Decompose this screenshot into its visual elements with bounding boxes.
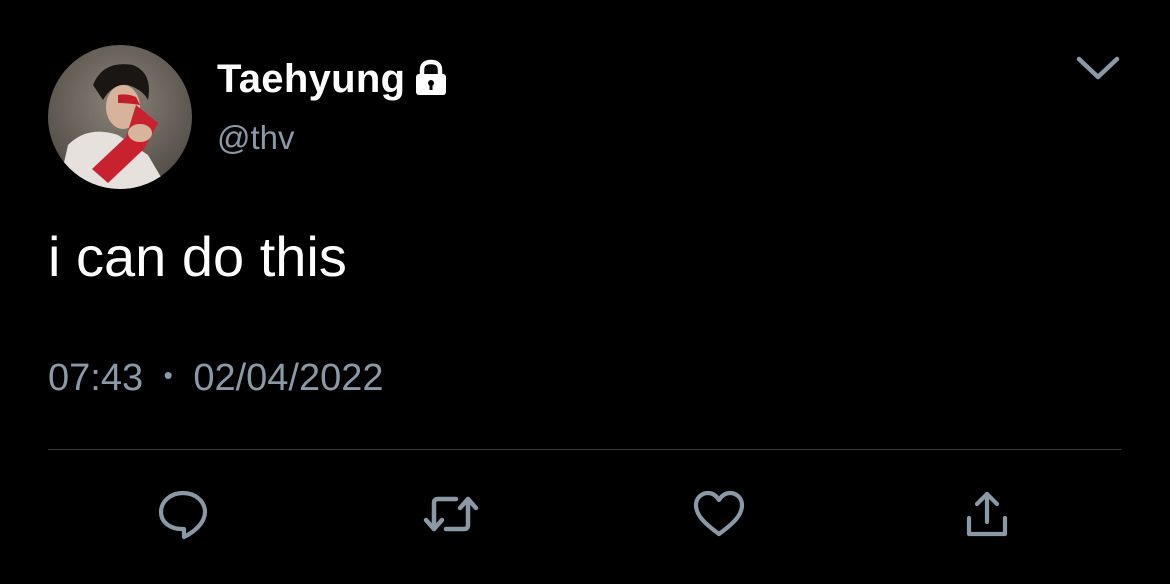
heart-icon: [692, 489, 746, 544]
more-options-button[interactable]: [1072, 50, 1124, 90]
display-name[interactable]: Taehyung: [217, 54, 405, 104]
retweet-icon: [422, 489, 480, 544]
reply-icon: [156, 487, 210, 546]
avatar[interactable]: [48, 45, 192, 189]
tweet-date[interactable]: 02/04/2022: [193, 357, 383, 399]
share-icon: [962, 488, 1012, 545]
divider: [48, 449, 1121, 450]
display-name-row: Taehyung: [217, 54, 449, 104]
tweet-time[interactable]: 07:43: [48, 357, 143, 399]
share-button[interactable]: [957, 488, 1017, 544]
reply-button[interactable]: [153, 488, 213, 544]
tweet-meta: 07:43 • 02/04/2022: [48, 352, 384, 401]
handle[interactable]: @thv: [217, 118, 295, 158]
like-button[interactable]: [689, 488, 749, 544]
retweet-button[interactable]: [421, 488, 481, 544]
tweet-text: i can do this: [48, 225, 347, 288]
chevron-down-icon: [1074, 53, 1122, 88]
avatar-image: [48, 45, 192, 189]
meta-separator: •: [163, 360, 173, 390]
lock-icon: [413, 59, 449, 102]
